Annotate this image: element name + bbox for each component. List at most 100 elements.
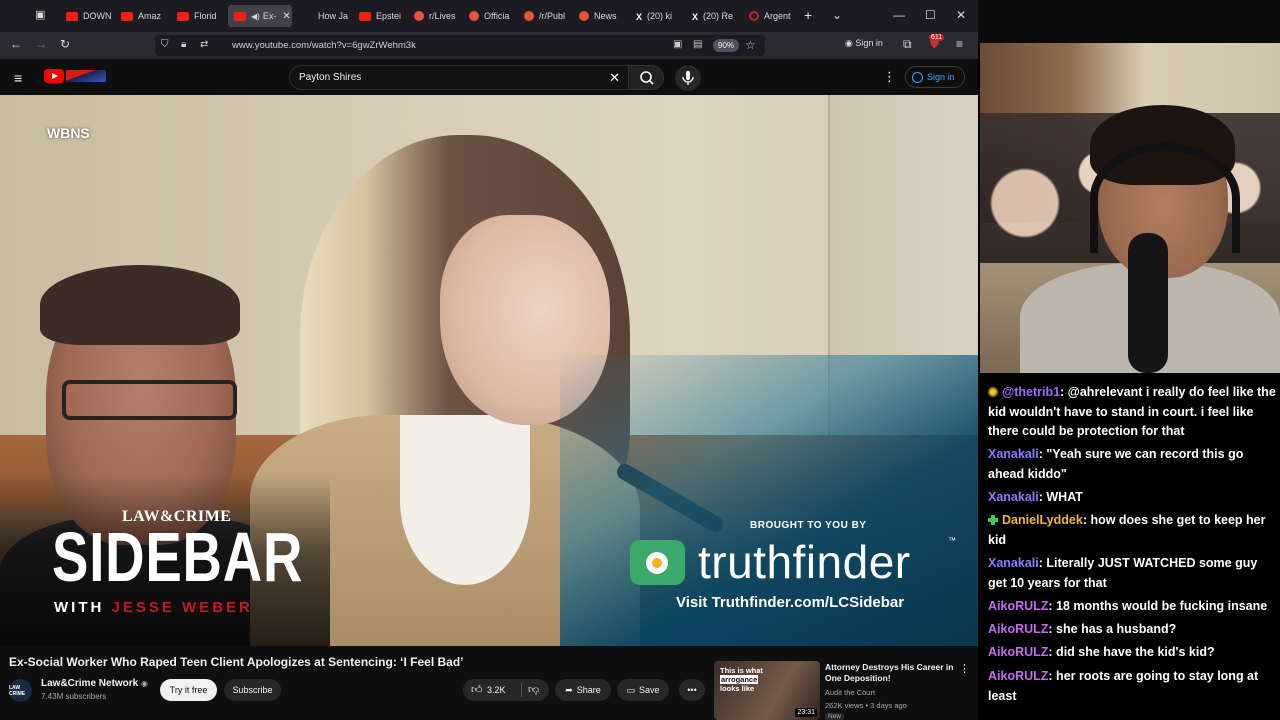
- voice-search-button[interactable]: [675, 65, 701, 91]
- share-icon: ➦: [565, 684, 573, 695]
- chat-message: Xanakali: WHAT: [988, 488, 1276, 508]
- youtube-icon: [234, 11, 246, 21]
- recommended-title[interactable]: Attorney Destroys His Career in One Depo…: [825, 662, 955, 684]
- firefox-signin[interactable]: ◉ Sign in: [845, 38, 883, 49]
- minimize-icon[interactable]: —: [893, 8, 905, 22]
- tab-label: Amaz: [138, 11, 162, 21]
- recommended-channel[interactable]: Audit the Court: [825, 688, 875, 697]
- extensions-icon[interactable]: ⧉: [903, 37, 912, 52]
- account-circle-icon: [912, 71, 923, 83]
- chat-username[interactable]: Xanakali: [988, 490, 1039, 504]
- reload-icon[interactable]: ↻: [60, 37, 70, 51]
- search-input[interactable]: Payton Shires ✕: [289, 65, 629, 90]
- show-host-line: WITH JESSE WEBER: [54, 599, 253, 616]
- new-badge: New: [825, 713, 845, 720]
- tab-7[interactable]: Officia: [463, 5, 515, 27]
- forward-arrow-icon[interactable]: →: [35, 37, 47, 51]
- tab-2[interactable]: Florid: [171, 5, 223, 27]
- tab-5[interactable]: Epstei: [353, 5, 403, 27]
- try-free-button[interactable]: Try it free: [160, 679, 217, 701]
- channel-avatar[interactable]: LAW CRIME: [9, 679, 32, 702]
- more-actions-button[interactable]: •••: [679, 679, 705, 701]
- share-button[interactable]: ➦ Share: [555, 679, 611, 701]
- tab-9[interactable]: News: [573, 5, 625, 27]
- subscribe-button[interactable]: Subscribe: [224, 679, 281, 701]
- tab-10[interactable]: X (20) ki: [630, 5, 682, 27]
- hamburger-menu-icon[interactable]: ≡: [14, 70, 22, 86]
- tab-6[interactable]: r/Lives: [408, 5, 460, 27]
- youtube-icon: [66, 11, 78, 21]
- video-duration: 23:31: [795, 708, 817, 717]
- caption-line-1: This is what: [720, 666, 763, 675]
- search-button[interactable]: [628, 65, 664, 90]
- youtube-signin-button[interactable]: Sign in: [905, 66, 965, 88]
- recommended-options-icon[interactable]: ⋮: [959, 662, 970, 675]
- tab-bar: ▣ DOWN Amaz Florid ◀) Ex- ✕ How Ja Epste…: [0, 0, 978, 32]
- chat-message: AikoRULZ: 18 months would be fucking ins…: [988, 597, 1276, 617]
- speaker-icon[interactable]: ◀): [251, 12, 260, 21]
- search-query[interactable]: Payton Shires: [299, 72, 361, 83]
- like-icon[interactable]: 👍︎: [471, 683, 483, 696]
- maximize-icon[interactable]: ☐: [925, 8, 936, 22]
- shield-icon[interactable]: ⛉: [161, 39, 169, 50]
- account-icon: ◉: [845, 38, 856, 48]
- subscriber-count: 7.43M subscribers: [41, 692, 107, 701]
- sponsor-url: Visit Truthfinder.com/LCSidebar: [676, 594, 905, 611]
- truthfinder-logo-icon: [630, 540, 685, 585]
- bookmark-star-icon[interactable]: ☆: [745, 38, 756, 52]
- video-player[interactable]: WBNS LAW&CRIME SIDEBAR WITH JESSE WEBER …: [0, 95, 978, 646]
- save-label: Save: [639, 685, 660, 695]
- tab-0[interactable]: DOWN: [60, 5, 112, 27]
- new-tab-icon[interactable]: +: [804, 7, 812, 23]
- recommended-thumbnail[interactable]: This is what arrogance looks like 23:31: [714, 661, 820, 720]
- chat-text: : she has a husband?: [1048, 622, 1177, 636]
- permissions-icon[interactable]: ⇄: [200, 39, 208, 50]
- youtube-logo[interactable]: [44, 69, 106, 84]
- dislike-icon[interactable]: 👎︎: [528, 683, 539, 696]
- address-bar[interactable]: ⛉ 🔒︎ ⇄ www.youtube.com/watch?v=6gwZrWehm…: [155, 35, 765, 56]
- back-arrow-icon[interactable]: ←: [10, 37, 22, 51]
- more-options-icon[interactable]: ⋮: [883, 69, 896, 85]
- tab-12[interactable]: Argent: [743, 5, 795, 27]
- youtube-play-icon: [44, 69, 64, 83]
- tab-1[interactable]: Amaz: [115, 5, 167, 27]
- picture-in-picture-icon[interactable]: ▣: [673, 39, 682, 50]
- thumbnail-caption: This is what arrogance looks like: [720, 666, 763, 693]
- tab-8[interactable]: /r/Publ: [518, 5, 570, 27]
- chat-username[interactable]: @thetrib1: [1002, 385, 1060, 399]
- tab-active[interactable]: ◀) Ex- ✕: [228, 5, 292, 27]
- tab-overview-icon[interactable]: ▣: [35, 8, 45, 21]
- close-window-icon[interactable]: ✕: [956, 8, 966, 22]
- lock-icon[interactable]: 🔒︎: [181, 39, 186, 50]
- chat-username[interactable]: DanielLyddek: [1002, 513, 1083, 527]
- chat-username[interactable]: Xanakali: [988, 447, 1039, 461]
- reader-view-icon[interactable]: ▤: [693, 39, 702, 50]
- chat-message: AikoRULZ: did she have the kid's kid?: [988, 643, 1276, 663]
- browser-window: ▣ DOWN Amaz Florid ◀) Ex- ✕ How Ja Epste…: [0, 0, 978, 720]
- tab-11[interactable]: X (20) Re: [686, 5, 738, 27]
- chat-username[interactable]: AikoRULZ: [988, 599, 1048, 613]
- clear-search-icon[interactable]: ✕: [609, 70, 620, 86]
- chat-username[interactable]: Xanakali: [988, 556, 1039, 570]
- headset: [1090, 143, 1240, 253]
- url-text[interactable]: www.youtube.com/watch?v=6gwZrWehm3k: [232, 40, 416, 51]
- chat-username[interactable]: AikoRULZ: [988, 622, 1048, 636]
- youtube-icon: [359, 11, 371, 21]
- chat-username[interactable]: AikoRULZ: [988, 645, 1048, 659]
- tab-close-icon[interactable]: ✕: [282, 11, 290, 22]
- ublock-count-badge: 611: [929, 34, 945, 41]
- like-count[interactable]: 3.2K: [487, 685, 506, 695]
- webcam-feed: [980, 43, 1280, 373]
- menu-icon[interactable]: ≡: [956, 37, 963, 51]
- stream-top-strip: [978, 0, 1280, 43]
- tab-label: r/Lives: [429, 11, 456, 21]
- channel-name[interactable]: Law&Crime Network ◉: [41, 678, 148, 689]
- microphone-icon: [682, 71, 694, 85]
- zoom-level[interactable]: 90%: [713, 39, 740, 52]
- tab-list-chevron-icon[interactable]: ⌄: [832, 8, 842, 22]
- save-button[interactable]: ▭ Save: [617, 679, 669, 701]
- man-glasses: [62, 380, 237, 420]
- chat-username[interactable]: AikoRULZ: [988, 669, 1048, 683]
- tab-4[interactable]: How Ja: [300, 5, 348, 27]
- stream-overlay: @thetrib1: @ahrelevant i really do feel …: [978, 0, 1280, 720]
